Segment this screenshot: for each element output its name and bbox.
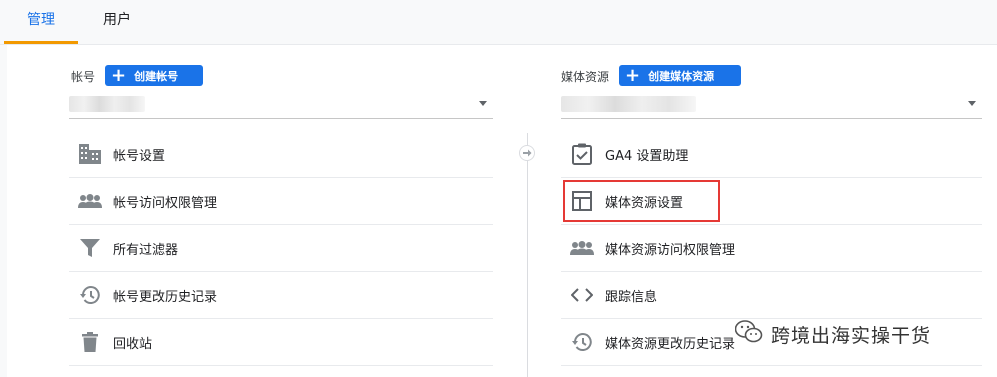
menu-item-trash[interactable]: 回收站 — [69, 319, 493, 366]
checklist-icon — [570, 142, 594, 166]
history-icon — [570, 330, 594, 354]
tab-admin[interactable]: 管理 — [4, 0, 78, 44]
menu-item-label: 媒体资源更改历史记录 — [605, 336, 736, 352]
people-icon — [78, 189, 102, 213]
plus-icon: + — [111, 64, 127, 86]
filter-icon — [78, 236, 102, 260]
property-settings-icon — [570, 189, 594, 213]
watermark-text: 跨境出海实操干货 — [771, 324, 932, 347]
building-icon — [78, 142, 102, 166]
plus-icon: + — [625, 64, 641, 86]
menu-item-label: 帐号更改历史记录 — [113, 289, 218, 305]
watermark: 跨境出海实操干货 — [734, 318, 932, 350]
chevron-down-icon — [968, 101, 976, 106]
menu-item-label: 跟踪信息 — [605, 289, 658, 305]
menu-item-ga4-setup-assistant[interactable]: GA4 设置助理 — [561, 131, 982, 178]
trash-icon — [78, 330, 102, 354]
menu-item-property-access[interactable]: 媒体资源访问权限管理 — [561, 225, 982, 272]
menu-item-account-settings[interactable]: 帐号设置 — [69, 131, 493, 178]
arrow-right-icon — [519, 145, 535, 161]
people-icon — [570, 236, 594, 260]
menu-item-account-history[interactable]: 帐号更改历史记录 — [69, 272, 493, 319]
menu-item-label: 帐号设置 — [113, 148, 166, 164]
menu-item-label: 帐号访问权限管理 — [113, 195, 218, 211]
tab-bar: 管理 用户 — [0, 0, 997, 45]
tab-user[interactable]: 用户 — [80, 0, 154, 44]
account-column-label: 帐号 — [71, 70, 96, 84]
menu-item-label: 所有过滤器 — [113, 242, 179, 258]
menu-item-label: GA4 设置助理 — [605, 148, 689, 164]
menu-item-all-filters[interactable]: 所有过滤器 — [69, 225, 493, 272]
account-name-redacted — [69, 96, 145, 112]
property-name-redacted — [561, 96, 696, 112]
code-icon — [570, 283, 594, 307]
wechat-icon — [734, 319, 763, 349]
property-selector[interactable] — [561, 92, 982, 119]
menu-item-label: 回收站 — [113, 336, 153, 352]
menu-item-account-access[interactable]: 帐号访问权限管理 — [69, 178, 493, 225]
create-property-button[interactable]: + 创建媒体资源 — [619, 65, 741, 86]
account-selector[interactable] — [69, 92, 493, 119]
create-account-label: 创建帐号 — [134, 69, 179, 83]
property-column-label: 媒体资源 — [561, 70, 610, 84]
create-account-button[interactable]: + 创建帐号 — [105, 65, 203, 86]
menu-item-tracking-info[interactable]: 跟踪信息 — [561, 272, 982, 319]
menu-item-label: 媒体资源访问权限管理 — [605, 242, 736, 258]
create-property-label: 创建媒体资源 — [648, 69, 715, 83]
column-divider — [527, 133, 528, 377]
menu-item-label: 媒体资源设置 — [605, 195, 684, 211]
menu-item-property-settings[interactable]: 媒体资源设置 — [561, 178, 982, 225]
chevron-down-icon — [479, 101, 487, 106]
history-icon — [78, 283, 102, 307]
